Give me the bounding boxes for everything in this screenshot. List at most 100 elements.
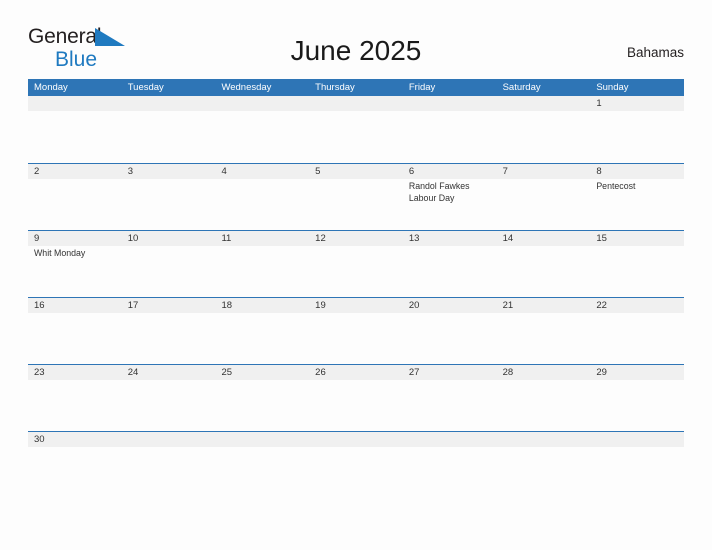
- day-number: 16: [34, 300, 45, 311]
- day-number: 29: [596, 367, 607, 378]
- week-cells: 9 Whit Monday 10 11 12 13 14 15: [28, 231, 684, 297]
- day-cell-empty: [497, 432, 591, 498]
- week-cells: 23 24 25 26 27 28 29: [28, 365, 684, 431]
- day-number: 19: [315, 300, 326, 311]
- day-cell-empty: [309, 96, 403, 163]
- day-cell[interactable]: 15: [590, 231, 684, 297]
- day-number: 17: [127, 300, 139, 311]
- day-cell[interactable]: 21: [497, 298, 591, 364]
- day-cell[interactable]: 24: [122, 365, 216, 431]
- day-cell[interactable]: 20: [403, 298, 497, 364]
- page-header: General Blue June 2025 Bahamas: [28, 26, 684, 72]
- day-cell-empty: [215, 96, 309, 163]
- country-label: Bahamas: [626, 45, 684, 60]
- calendar-week-row: 16 17 18 19 20 21 22: [28, 297, 684, 364]
- day-cell[interactable]: 9 Whit Monday: [28, 231, 122, 297]
- day-number: 13: [408, 233, 420, 244]
- day-events: Randol Fawkes Labour Day: [409, 181, 492, 204]
- day-cell[interactable]: 18: [215, 298, 309, 364]
- day-cell[interactable]: 3: [122, 164, 216, 230]
- day-events: Pentecost: [596, 181, 679, 193]
- day-events: Whit Monday: [34, 248, 117, 260]
- weekday-header-friday: Friday: [408, 82, 436, 93]
- calendar-weeks: 1 2 3 4 5 6 Randol Fawkes Labour Day 7 8 Pentecost…: [28, 96, 684, 498]
- day-cell-empty: [122, 96, 216, 163]
- day-cell[interactable]: 17: [122, 298, 216, 364]
- event-label: Whit Monday: [34, 248, 86, 258]
- calendar-week-row: 1: [28, 96, 684, 163]
- day-number: 7: [502, 166, 508, 177]
- day-cell-empty: [122, 432, 216, 498]
- day-number: 26: [315, 367, 326, 378]
- calendar-week-row: 23 24 25 26 27 28 29: [28, 364, 684, 431]
- weekday-header-row: Monday Tuesday Wednesday Thursday Friday…: [28, 79, 684, 96]
- day-cell[interactable]: 13: [403, 231, 497, 297]
- day-number: 11: [221, 233, 232, 244]
- day-cell-empty: [497, 96, 591, 163]
- day-cell-empty: [590, 432, 684, 498]
- day-number: 23: [34, 367, 45, 378]
- day-cell[interactable]: 12: [309, 231, 403, 297]
- day-cell[interactable]: 4: [215, 164, 309, 230]
- day-number: 14: [502, 233, 514, 244]
- day-number: 3: [127, 166, 134, 177]
- weekday-header-tuesday: Tuesday: [127, 82, 164, 93]
- day-number: 10: [127, 233, 139, 244]
- day-cell[interactable]: 7: [497, 164, 591, 230]
- event-label: Pentecost: [596, 181, 636, 191]
- day-cell[interactable]: 25: [215, 365, 309, 431]
- week-cells: 16 17 18 19 20 21 22: [28, 298, 684, 364]
- page-title: June 2025: [290, 35, 422, 66]
- event-label: Randol Fawkes: [408, 181, 470, 191]
- weekday-header-thursday: Thursday: [315, 82, 355, 93]
- day-number: 27: [408, 367, 420, 378]
- day-cell[interactable]: 27: [403, 365, 497, 431]
- week-cells: 2 3 4 5 6 Randol Fawkes Labour Day 7 8 Pentecost: [28, 164, 684, 230]
- day-cell[interactable]: 2: [28, 164, 122, 230]
- day-cell[interactable]: 29: [590, 365, 684, 431]
- day-cell[interactable]: 19: [309, 298, 403, 364]
- calendar-week-row: 2 3 4 5 6 Randol Fawkes Labour Day 7 8 Pentecost: [28, 163, 684, 230]
- day-cell[interactable]: 28: [497, 365, 591, 431]
- day-number: 25: [221, 367, 233, 378]
- day-cell[interactable]: 11: [215, 231, 309, 297]
- weekday-header-sunday: Sunday: [596, 82, 629, 93]
- day-cell[interactable]: 8 Pentecost: [590, 164, 684, 230]
- weekday-header-saturday: Saturday: [502, 82, 541, 93]
- day-cell-empty: [403, 432, 497, 498]
- day-cell[interactable]: 5: [309, 164, 403, 230]
- day-number: 15: [596, 233, 607, 244]
- day-cell[interactable]: 10: [122, 231, 216, 297]
- calendar-week-row: 30: [28, 431, 684, 498]
- day-cell-empty: [309, 432, 403, 498]
- day-cell[interactable]: 14: [497, 231, 591, 297]
- day-number: 1: [596, 98, 602, 109]
- week-cells: 30: [28, 432, 684, 498]
- day-number: 6: [408, 166, 415, 177]
- day-cell[interactable]: 22: [590, 298, 684, 364]
- day-cell-empty: [215, 432, 309, 498]
- day-number: 4: [221, 166, 227, 177]
- weekday-header-wednesday: Wednesday: [221, 82, 272, 93]
- day-number: 2: [34, 166, 40, 177]
- day-number: 5: [315, 166, 321, 177]
- day-number: 9: [34, 233, 40, 244]
- day-number: 21: [502, 300, 514, 311]
- day-number: 24: [127, 367, 139, 378]
- day-number: 8: [596, 166, 602, 177]
- day-cell[interactable]: 16: [28, 298, 122, 364]
- day-cell[interactable]: 6 Randol Fawkes Labour Day: [403, 164, 497, 230]
- weekday-header-monday: Monday: [34, 82, 68, 93]
- day-number: 22: [596, 300, 607, 311]
- day-cell[interactable]: 30: [28, 432, 122, 498]
- calendar-week-row: 9 Whit Monday 10 11 12 13 14 15: [28, 230, 684, 297]
- calendar-page: General Blue June 2025 Bahamas Monday Tu…: [0, 0, 712, 550]
- day-cell[interactable]: 23: [28, 365, 122, 431]
- day-cell-empty: [28, 96, 122, 163]
- calendar-grid: Monday Tuesday Wednesday Thursday Friday…: [28, 79, 684, 498]
- day-number: 12: [315, 233, 326, 244]
- day-cell[interactable]: 26: [309, 365, 403, 431]
- event-label: Labour Day: [408, 192, 455, 203]
- day-cell[interactable]: 1: [590, 96, 684, 163]
- day-number: 18: [221, 300, 233, 311]
